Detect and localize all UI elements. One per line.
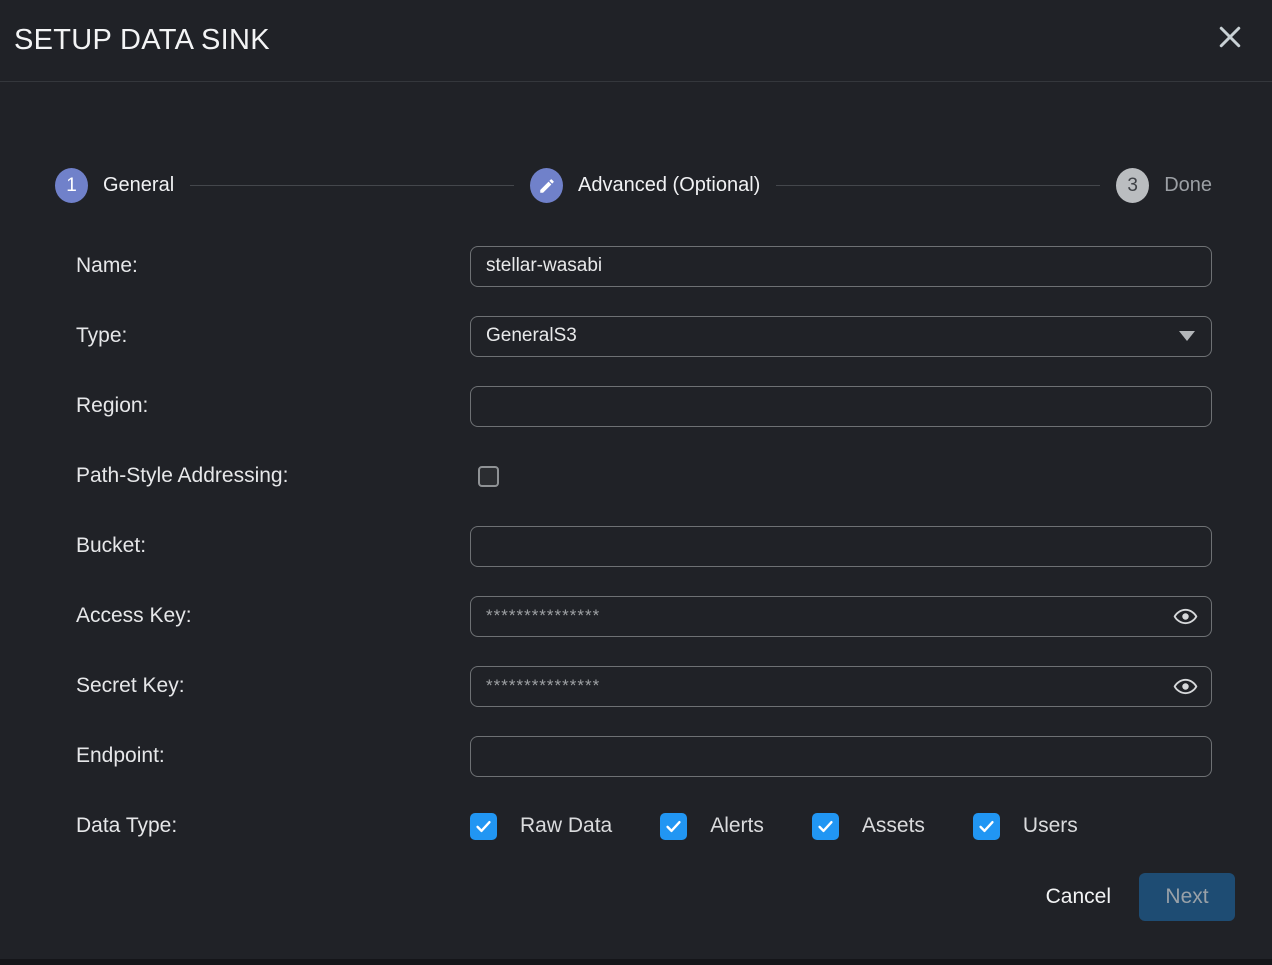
- step-1-label: General: [103, 174, 174, 197]
- dialog-title: SETUP DATA SINK: [14, 24, 270, 57]
- dialog-header: SETUP DATA SINK: [0, 0, 1272, 82]
- step-3-badge: 3: [1116, 168, 1149, 203]
- data-type-checkbox-group: Raw Data Alerts Assets: [470, 813, 1078, 840]
- assets-checkbox-label: Assets: [862, 814, 925, 838]
- raw-data-checkbox-label: Raw Data: [520, 814, 612, 838]
- dialog-footer: Cancel Next: [0, 873, 1272, 921]
- raw-data-checkbox-item[interactable]: Raw Data: [470, 813, 612, 840]
- step-advanced[interactable]: Advanced (Optional): [530, 168, 760, 203]
- access-key-reveal-eye-icon[interactable]: [1172, 603, 1198, 629]
- secret-key-row: Secret Key:: [0, 651, 1272, 721]
- access-key-input[interactable]: [470, 596, 1212, 637]
- bucket-input[interactable]: [470, 526, 1212, 567]
- step-1-number: 1: [66, 175, 77, 197]
- path-style-checkbox[interactable]: [478, 466, 499, 487]
- secret-key-reveal-eye-icon[interactable]: [1172, 673, 1198, 699]
- step-general[interactable]: 1 General: [55, 168, 174, 203]
- bottom-edge-strip: [0, 959, 1272, 965]
- data-type-label: Data Type:: [76, 814, 470, 838]
- type-selected-value: GeneralS3: [486, 325, 577, 347]
- setup-data-sink-dialog: SETUP DATA SINK 1 General Advanced (Opti…: [0, 0, 1272, 965]
- type-label: Type:: [76, 324, 470, 348]
- close-icon[interactable]: [1212, 19, 1248, 55]
- access-key-row: Access Key:: [0, 581, 1272, 651]
- access-key-label: Access Key:: [76, 604, 470, 628]
- endpoint-label: Endpoint:: [76, 744, 470, 768]
- bucket-row: Bucket:: [0, 511, 1272, 581]
- data-sink-form: Name: Type: GeneralS3 Region: Path-Style…: [0, 231, 1272, 861]
- path-style-label: Path-Style Addressing:: [76, 464, 470, 488]
- stepper: 1 General Advanced (Optional) 3 Done: [55, 168, 1212, 203]
- alerts-checkbox[interactable]: [660, 813, 687, 840]
- secret-key-label: Secret Key:: [76, 674, 470, 698]
- alerts-checkbox-label: Alerts: [710, 814, 764, 838]
- users-checkbox-label: Users: [1023, 814, 1078, 838]
- stepper-connector: [776, 185, 1100, 186]
- assets-checkbox[interactable]: [812, 813, 839, 840]
- secret-key-input[interactable]: [470, 666, 1212, 707]
- step-done: 3 Done: [1116, 168, 1212, 203]
- users-checkbox-item[interactable]: Users: [973, 813, 1078, 840]
- type-row: Type: GeneralS3: [0, 301, 1272, 371]
- path-style-row: Path-Style Addressing:: [0, 441, 1272, 511]
- users-checkbox[interactable]: [973, 813, 1000, 840]
- raw-data-checkbox[interactable]: [470, 813, 497, 840]
- step-3-label: Done: [1164, 174, 1212, 197]
- step-2-label: Advanced (Optional): [578, 174, 760, 197]
- step-3-number: 3: [1127, 175, 1138, 197]
- endpoint-input[interactable]: [470, 736, 1212, 777]
- assets-checkbox-item[interactable]: Assets: [812, 813, 925, 840]
- name-input[interactable]: [470, 246, 1212, 287]
- name-row: Name:: [0, 231, 1272, 301]
- data-type-row: Data Type: Raw Data Alerts: [0, 791, 1272, 861]
- step-1-badge: 1: [55, 168, 88, 203]
- pencil-icon: [530, 168, 563, 203]
- bucket-label: Bucket:: [76, 534, 470, 558]
- next-button[interactable]: Next: [1139, 873, 1235, 921]
- region-input[interactable]: [470, 386, 1212, 427]
- chevron-down-icon: [1179, 331, 1195, 341]
- name-label: Name:: [76, 254, 470, 278]
- region-row: Region:: [0, 371, 1272, 441]
- endpoint-row: Endpoint:: [0, 721, 1272, 791]
- cancel-button[interactable]: Cancel: [1046, 885, 1111, 909]
- type-select[interactable]: GeneralS3: [470, 316, 1212, 357]
- region-label: Region:: [76, 394, 470, 418]
- stepper-connector: [190, 185, 514, 186]
- alerts-checkbox-item[interactable]: Alerts: [660, 813, 764, 840]
